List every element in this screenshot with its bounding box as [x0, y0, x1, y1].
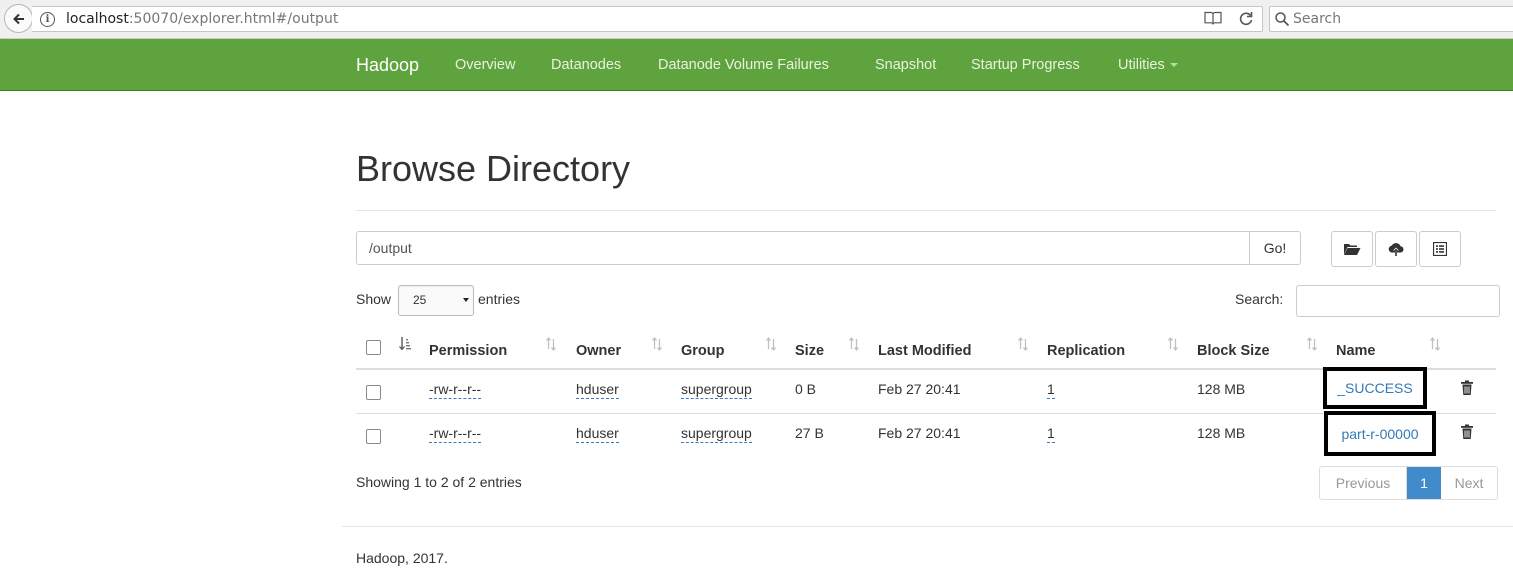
- sort-both-icon[interactable]: [765, 336, 777, 352]
- create-directory-button[interactable]: [1331, 231, 1373, 267]
- nav-datanode-volume-failures[interactable]: Datanode Volume Failures: [658, 57, 829, 73]
- reader-view-icon[interactable]: [1204, 10, 1222, 27]
- permission-cell[interactable]: -rw-r--r--: [429, 425, 482, 443]
- sort-both-icon[interactable]: [651, 336, 663, 352]
- block-size-cell: 128 MB: [1197, 425, 1246, 441]
- back-button[interactable]: [4, 4, 33, 33]
- entries-label: entries: [478, 291, 521, 307]
- site-info-icon[interactable]: i: [40, 12, 55, 27]
- row-checkbox[interactable]: [366, 429, 381, 444]
- directory-path-input[interactable]: [356, 231, 1262, 265]
- size-cell: 0 B: [795, 381, 817, 397]
- list-alt-icon: [1433, 242, 1447, 256]
- nav-datanodes[interactable]: Datanodes: [551, 57, 621, 73]
- last-modified-cell: Feb 27 20:41: [878, 425, 961, 441]
- cut-paste-button[interactable]: [1419, 231, 1461, 267]
- col-header-group[interactable]: Group: [681, 343, 725, 359]
- col-header-owner[interactable]: Owner: [576, 343, 621, 359]
- table-search-label: Search:: [1235, 291, 1284, 307]
- reload-icon[interactable]: [1237, 10, 1255, 27]
- previous-page-button[interactable]: Previous: [1320, 467, 1407, 499]
- footer-text: Hadoop, 2017.: [356, 550, 448, 566]
- sort-both-icon[interactable]: [1017, 336, 1029, 352]
- nav-startup-progress[interactable]: Startup Progress: [971, 57, 1080, 73]
- sort-both-icon[interactable]: [1167, 336, 1179, 352]
- upload-files-button[interactable]: [1375, 231, 1417, 267]
- file-name-link[interactable]: part-r-00000: [1341, 426, 1418, 442]
- highlight-box: _SUCCESS: [1323, 367, 1427, 409]
- sort-both-icon[interactable]: [1306, 336, 1318, 352]
- url-text: localhost:50070/explorer.html#/output: [66, 11, 339, 27]
- next-page-button[interactable]: Next: [1441, 467, 1497, 499]
- pagination: Previous 1 Next: [1319, 466, 1498, 500]
- search-icon: [1275, 12, 1290, 27]
- size-cell: 27 B: [795, 425, 824, 441]
- page-1-button[interactable]: 1: [1407, 467, 1441, 499]
- replication-cell[interactable]: 1: [1047, 381, 1055, 399]
- browser-toolbar: i localhost:50070/explorer.html#/output …: [0, 0, 1513, 39]
- replication-cell[interactable]: 1: [1047, 425, 1055, 443]
- back-arrow-icon: [12, 13, 24, 24]
- col-header-replication[interactable]: Replication: [1047, 343, 1125, 359]
- navbar: Hadoop Overview Datanodes Datanode Volum…: [0, 39, 1513, 91]
- owner-cell[interactable]: hduser: [576, 381, 619, 399]
- show-label: Show: [356, 291, 392, 307]
- group-cell[interactable]: supergroup: [681, 381, 752, 399]
- caret-down-icon: [1169, 63, 1178, 68]
- permission-cell[interactable]: -rw-r--r--: [429, 381, 482, 399]
- col-header-name[interactable]: Name: [1336, 343, 1376, 359]
- browser-search-input[interactable]: Search: [1269, 6, 1513, 32]
- folder-open-icon: [1344, 244, 1361, 255]
- col-header-permission[interactable]: Permission: [429, 343, 507, 359]
- sort-both-icon[interactable]: [848, 336, 860, 352]
- table-info-text: Showing 1 to 2 of 2 entries: [356, 474, 522, 490]
- col-header-block-size[interactable]: Block Size: [1197, 343, 1270, 359]
- page-title: Browse Directory: [356, 148, 631, 189]
- nav-utilities-label: Utilities: [1118, 57, 1165, 73]
- brand-link[interactable]: Hadoop: [356, 55, 419, 76]
- trash-icon[interactable]: [1460, 380, 1474, 396]
- nav-overview[interactable]: Overview: [455, 57, 515, 73]
- cloud-upload-icon: [1388, 243, 1404, 256]
- table-search-input[interactable]: [1296, 285, 1500, 317]
- file-name-link[interactable]: _SUCCESS: [1337, 380, 1412, 396]
- title-divider: [356, 210, 1496, 211]
- page-size-value: 25: [413, 293, 427, 307]
- group-cell[interactable]: supergroup: [681, 425, 752, 443]
- sort-both-icon[interactable]: [1429, 336, 1441, 352]
- sort-both-icon[interactable]: [545, 336, 557, 352]
- nav-snapshot[interactable]: Snapshot: [875, 57, 936, 73]
- col-header-last-modified[interactable]: Last Modified: [878, 343, 971, 359]
- trash-icon[interactable]: [1460, 424, 1474, 440]
- select-arrow-icon: [463, 298, 469, 302]
- footer-divider: [342, 526, 1513, 527]
- page-size-select[interactable]: 25: [398, 285, 474, 316]
- address-bar[interactable]: i localhost:50070/explorer.html#/output: [32, 6, 1263, 32]
- block-size-cell: 128 MB: [1197, 381, 1246, 397]
- sort-asc-icon[interactable]: [399, 336, 411, 352]
- row-checkbox[interactable]: [366, 385, 381, 400]
- nav-utilities-dropdown[interactable]: Utilities: [1118, 57, 1178, 73]
- last-modified-cell: Feb 27 20:41: [878, 381, 961, 397]
- highlight-box: part-r-00000: [1324, 411, 1436, 456]
- select-all-checkbox[interactable]: [366, 340, 381, 355]
- col-header-size[interactable]: Size: [795, 343, 824, 359]
- go-button[interactable]: Go!: [1249, 231, 1301, 265]
- browser-search-placeholder: Search: [1293, 11, 1342, 27]
- owner-cell[interactable]: hduser: [576, 425, 619, 443]
